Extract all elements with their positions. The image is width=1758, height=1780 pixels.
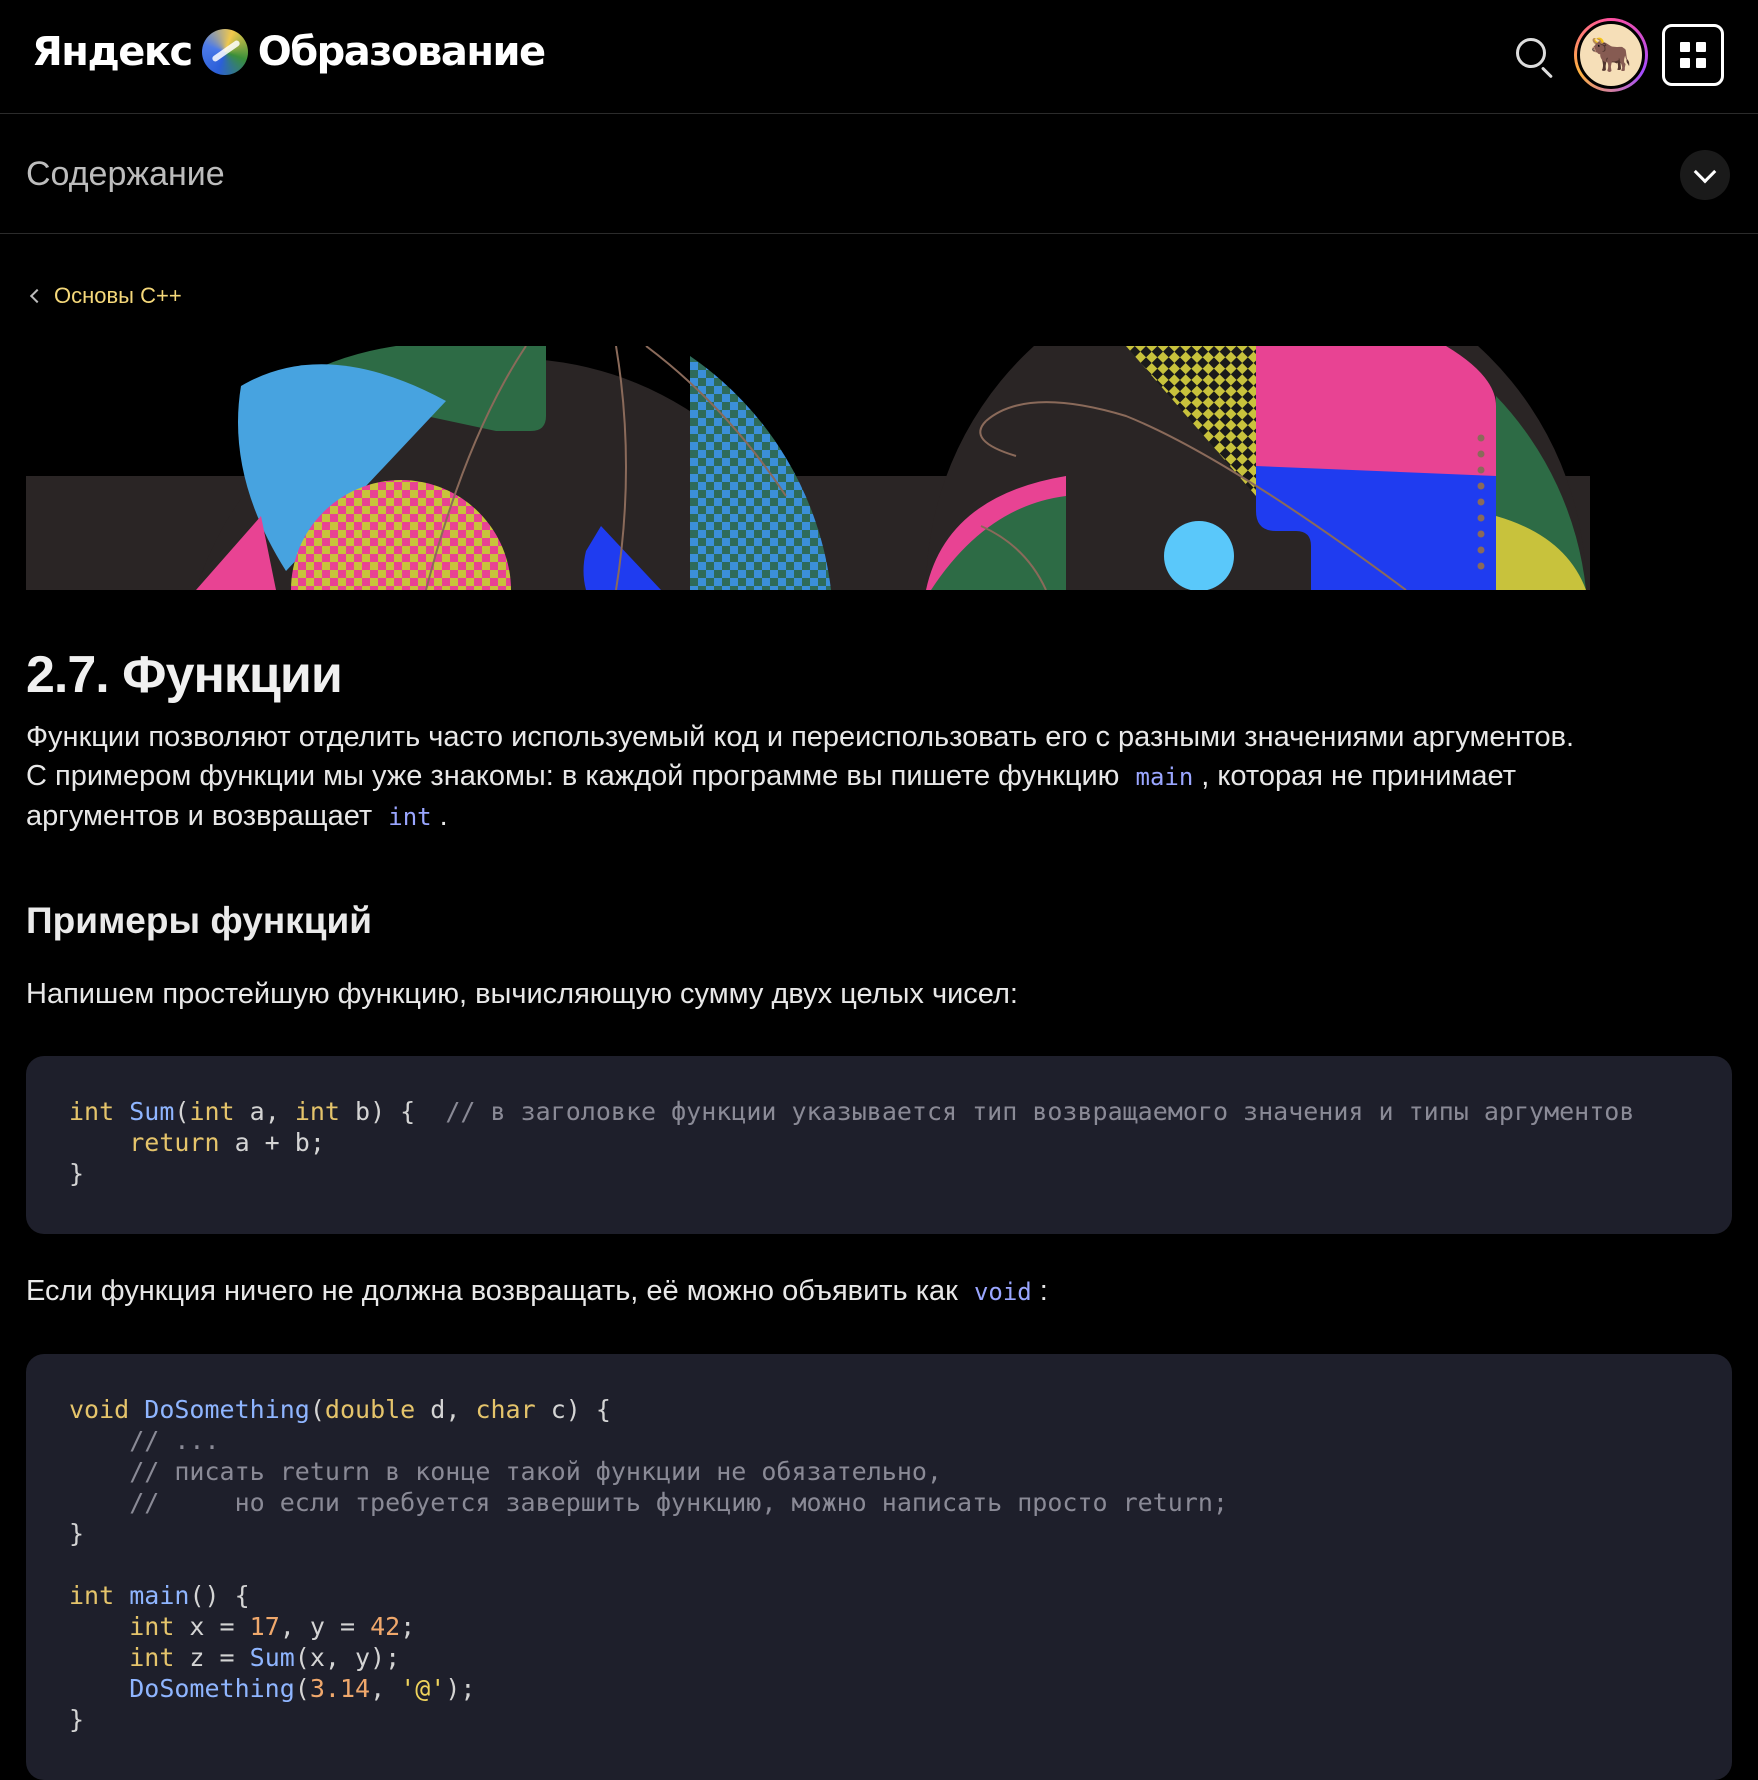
paragraph-sum: Напишем простейшую функцию, вычисляющую …	[26, 978, 1018, 1010]
code-string: '@'	[400, 1674, 446, 1703]
yandex-education-logo[interactable]: Яндекс Образование	[32, 24, 546, 80]
apps-grid-icon[interactable]	[1662, 24, 1724, 86]
code-token: main	[129, 1581, 190, 1610]
code-token: c) {	[535, 1395, 611, 1424]
logo-text-education: Образование	[257, 29, 546, 75]
code-token: int	[69, 1097, 115, 1126]
header-actions: 🐂	[1506, 18, 1724, 92]
chevron-down-icon[interactable]	[1680, 150, 1730, 200]
code-token: return	[129, 1128, 220, 1157]
inline-code-void: void	[973, 1278, 1032, 1306]
intro-paragraph: Функции позволяют отделить часто использ…	[26, 718, 1736, 837]
paragraph-void-end: :	[1039, 1275, 1048, 1307]
logo-text-yandex: Яндекс	[32, 29, 193, 75]
code-block-sum[interactable]: int Sum(int a, int b) { // в заголовке ф…	[26, 1056, 1732, 1234]
avatar[interactable]: 🐂	[1574, 18, 1648, 92]
intro-line-2b: , которая не принимает	[1201, 760, 1516, 792]
code-comment: // ...	[69, 1426, 220, 1455]
code-token: int	[189, 1097, 235, 1126]
code-token: , y =	[279, 1612, 371, 1641]
top-header: Яндекс Образование 🐂	[0, 0, 1758, 114]
section-title: Примеры функций	[26, 900, 372, 941]
page-title: 2.7. Функции	[26, 646, 343, 704]
paragraph-void: Если функция ничего не должна возвращать…	[26, 1275, 1048, 1308]
code-token: x =	[174, 1612, 250, 1641]
code-token: }	[69, 1159, 85, 1188]
contents-toggle[interactable]: Содержание	[0, 115, 1758, 234]
breadcrumb[interactable]: Основы C++	[29, 283, 182, 309]
code-block-void[interactable]: void DoSomething(double d, char c) { // …	[26, 1354, 1732, 1780]
code-token: int	[69, 1581, 115, 1610]
course-banner-illustration	[26, 346, 1590, 590]
code-token: int	[129, 1612, 175, 1641]
code-token: () {	[189, 1581, 250, 1610]
code-token: }	[69, 1705, 85, 1734]
code-token: }	[69, 1519, 85, 1548]
code-token: void	[69, 1395, 130, 1424]
code-token: (	[174, 1097, 190, 1126]
code-token: double	[324, 1395, 416, 1424]
code-number: 42	[370, 1612, 401, 1641]
breadcrumb-link[interactable]: Основы C++	[54, 283, 182, 309]
code-token: a + b;	[219, 1128, 325, 1157]
inline-code-main: main	[1135, 763, 1194, 791]
code-token: Sum	[129, 1097, 175, 1126]
logo-emblem-icon	[201, 29, 248, 75]
code-token: b) {	[339, 1097, 446, 1126]
code-token: d,	[415, 1395, 476, 1424]
avatar-yak-icon: 🐂	[1577, 21, 1645, 89]
code-token: z =	[174, 1643, 250, 1672]
contents-title: Содержание	[26, 155, 225, 193]
code-number: 3.14	[309, 1674, 371, 1703]
code-number: 17	[249, 1612, 280, 1641]
code-token: int	[129, 1643, 175, 1672]
chevron-left-icon	[29, 288, 45, 304]
code-token: ,	[370, 1674, 401, 1703]
inline-code-int: int	[388, 803, 432, 831]
code-token: DoSomething	[129, 1674, 295, 1703]
code-comment: // в заголовке функции указывается тип в…	[445, 1097, 1635, 1126]
code-token: char	[475, 1395, 536, 1424]
code-comment: // но если требуется завершить функцию, …	[69, 1488, 1228, 1517]
intro-line-1: Функции позволяют отделить часто использ…	[26, 721, 1575, 753]
code-comment: // писать return в конце такой функции н…	[69, 1457, 942, 1486]
code-token: a,	[234, 1097, 295, 1126]
code-token: (x, y);	[294, 1643, 401, 1672]
intro-line-3a: аргументов и возвращает	[26, 800, 373, 832]
code-token: Sum	[249, 1643, 295, 1672]
code-token: ;	[400, 1612, 416, 1641]
code-token: DoSomething	[144, 1395, 310, 1424]
intro-line-3b: .	[439, 800, 448, 832]
code-token: );	[445, 1674, 476, 1703]
code-token: int	[294, 1097, 340, 1126]
code-token: (	[294, 1674, 310, 1703]
paragraph-void-text: Если функция ничего не должна возвращать…	[26, 1275, 958, 1307]
code-token: (	[309, 1395, 325, 1424]
intro-line-2a: С примером функции мы уже знакомы: в каж…	[26, 760, 1120, 792]
search-icon[interactable]	[1506, 28, 1560, 82]
